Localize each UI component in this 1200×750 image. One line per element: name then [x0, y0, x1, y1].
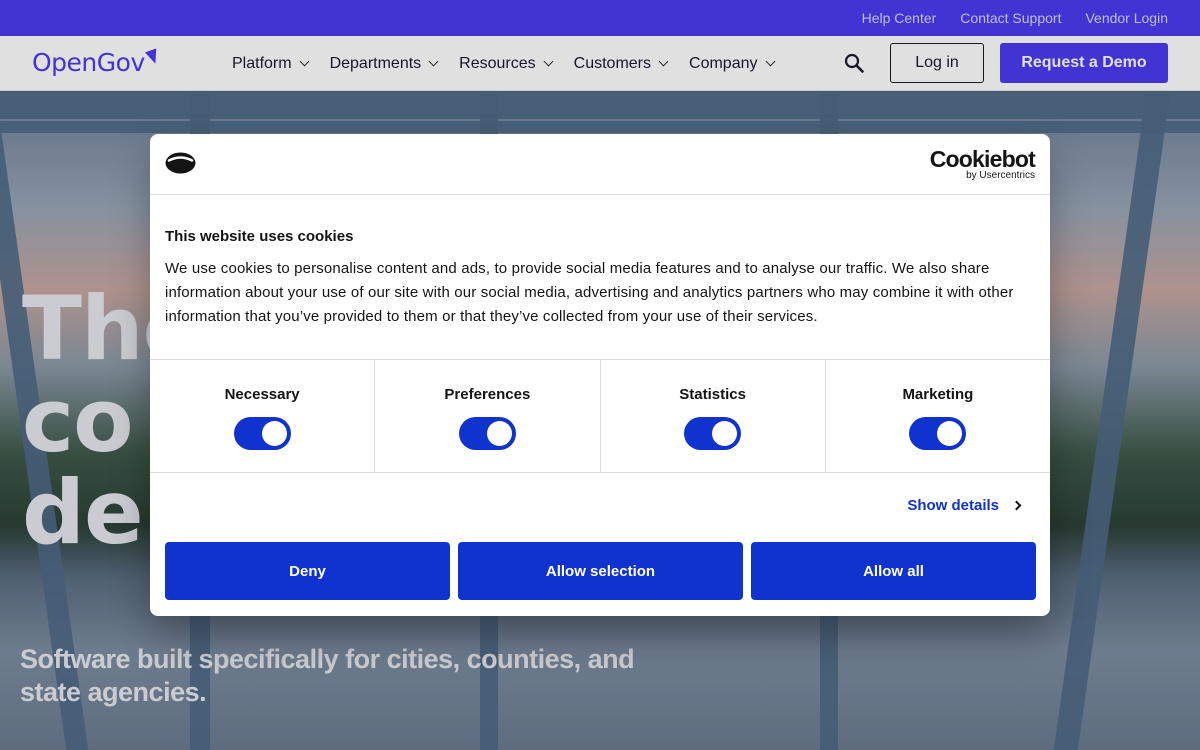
category-label: Marketing: [902, 386, 974, 403]
statistics-toggle[interactable]: [684, 417, 742, 450]
cookiebot-brand[interactable]: Cookiebot by Usercentrics: [929, 146, 1036, 181]
category-statistics: Statistics: [601, 360, 826, 472]
category-label: Preferences: [444, 386, 531, 403]
necessary-toggle[interactable]: [233, 417, 291, 450]
category-necessary: Necessary: [150, 360, 376, 472]
cookie-dialog-title: This website uses cookies: [165, 228, 354, 245]
cookie-categories: Necessary Preferences Statistics Marketi…: [150, 359, 1050, 473]
category-preferences: Preferences: [375, 360, 601, 472]
category-marketing: Marketing: [826, 360, 1050, 472]
cookie-actions: Deny Allow selection Allow all: [165, 542, 1036, 600]
cookiebot-brand-name: Cookiebot: [929, 146, 1036, 172]
marketing-toggle[interactable]: [909, 417, 967, 450]
allow-all-button[interactable]: Allow all: [751, 542, 1036, 600]
category-label: Statistics: [679, 386, 746, 403]
cookiebot-logo-icon: [165, 152, 196, 174]
show-details-label: Show details: [907, 497, 999, 514]
category-label: Necessary: [224, 386, 300, 403]
preferences-toggle[interactable]: [458, 417, 516, 450]
cookiebot-brand-by: by Usercentrics: [966, 170, 1035, 181]
cookie-consent-dialog: Cookiebot by Usercentrics This website u…: [150, 134, 1050, 616]
chevron-right-icon: [1011, 500, 1022, 511]
deny-button[interactable]: Deny: [165, 542, 450, 600]
allow-selection-button[interactable]: Allow selection: [458, 542, 743, 600]
cookie-dialog-body: We use cookies to personalise content an…: [165, 260, 1014, 325]
cookie-dialog-header: Cookiebot by Usercentrics: [150, 134, 1050, 195]
show-details-link[interactable]: Show details: [907, 497, 1022, 514]
